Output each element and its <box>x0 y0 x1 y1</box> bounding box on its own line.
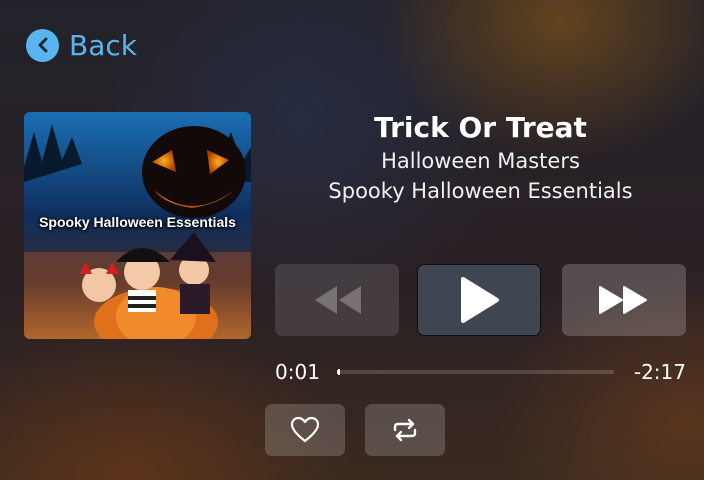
back-button[interactable]: Back <box>26 27 137 63</box>
back-label: Back <box>69 28 137 62</box>
rewind-icon <box>315 286 361 314</box>
progress-knob[interactable] <box>337 369 340 375</box>
transport-controls <box>275 264 686 336</box>
heart-icon <box>290 416 320 443</box>
play-button[interactable] <box>417 264 541 336</box>
track-album: Spooky Halloween Essentials <box>328 179 633 203</box>
fast-forward-icon <box>599 286 647 314</box>
progress-slider[interactable] <box>337 369 614 375</box>
elapsed-time: 0:01 <box>275 360 320 384</box>
repeat-icon <box>393 418 417 442</box>
chevron-left-icon <box>26 28 59 62</box>
next-track-button[interactable] <box>562 264 686 336</box>
remaining-time: -2:17 <box>633 360 686 384</box>
album-artwork: Spooky Halloween Essentials <box>24 112 251 339</box>
love-button[interactable] <box>265 404 345 456</box>
track-artist: Halloween Masters <box>381 149 580 173</box>
progress-row: 0:01 -2:17 <box>275 357 686 387</box>
album-artwork-title: Spooky Halloween Essentials <box>39 214 236 230</box>
previous-track-button[interactable] <box>275 264 399 336</box>
now-playing-info: Trick Or Treat Halloween Masters Spooky … <box>275 110 686 206</box>
repeat-button[interactable] <box>365 404 445 456</box>
play-icon <box>461 277 499 323</box>
track-title: Trick Or Treat <box>374 111 587 144</box>
